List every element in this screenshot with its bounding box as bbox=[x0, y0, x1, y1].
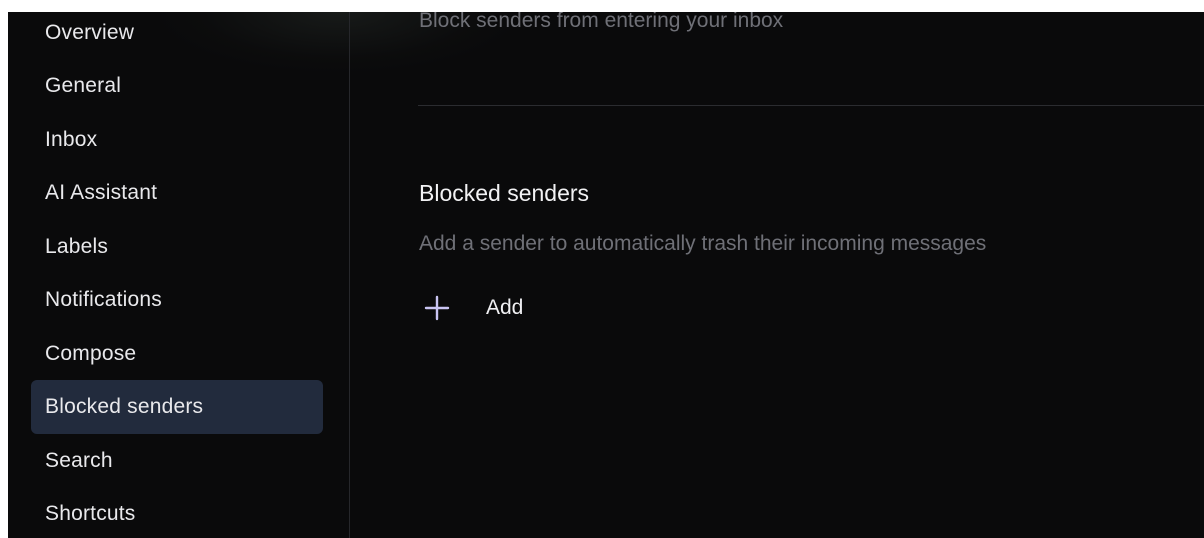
sidebar-item-blocked-senders[interactable]: Blocked senders bbox=[31, 380, 323, 434]
plus-icon bbox=[419, 290, 455, 326]
section-description: Add a sender to automatically trash thei… bbox=[419, 232, 987, 255]
sidebar-item-label: Inbox bbox=[45, 128, 98, 151]
add-button-label: Add bbox=[486, 296, 524, 319]
page-title: Blocked senders bbox=[419, 180, 590, 206]
sidebar-item-overview[interactable]: Overview bbox=[31, 12, 323, 60]
sidebar-item-notifications[interactable]: Notifications bbox=[31, 273, 323, 327]
sidebar-item-label: AI Assistant bbox=[45, 181, 158, 204]
settings-window: Overview General Inbox AI Assistant Labe… bbox=[8, 12, 1204, 538]
sidebar-item-labels[interactable]: Labels bbox=[31, 220, 323, 274]
sidebar-item-compose[interactable]: Compose bbox=[31, 327, 323, 381]
sidebar-item-label: Shortcuts bbox=[45, 502, 136, 525]
add-blocked-sender-button[interactable]: Add bbox=[419, 290, 523, 326]
sidebar-item-label: General bbox=[45, 74, 122, 97]
sidebar-item-label: Compose bbox=[45, 342, 137, 365]
sidebar-item-label: Search bbox=[45, 449, 113, 472]
sidebar-item-label: Blocked senders bbox=[45, 395, 204, 418]
sidebar-item-shortcuts[interactable]: Shortcuts bbox=[31, 487, 323, 538]
section-subtitle: Block senders from entering your inbox bbox=[419, 12, 784, 32]
section-divider bbox=[418, 105, 1204, 106]
sidebar-item-ai-assistant[interactable]: AI Assistant bbox=[31, 166, 323, 220]
sidebar-item-label: Overview bbox=[45, 21, 135, 44]
sidebar-item-general[interactable]: General bbox=[31, 59, 323, 113]
settings-sidebar: Overview General Inbox AI Assistant Labe… bbox=[8, 12, 350, 538]
settings-content: Block senders from entering your inbox B… bbox=[350, 12, 1204, 538]
sidebar-item-label: Labels bbox=[45, 235, 109, 258]
sidebar-item-label: Notifications bbox=[45, 288, 162, 311]
sidebar-item-search[interactable]: Search bbox=[31, 434, 323, 488]
sidebar-item-inbox[interactable]: Inbox bbox=[31, 113, 323, 167]
